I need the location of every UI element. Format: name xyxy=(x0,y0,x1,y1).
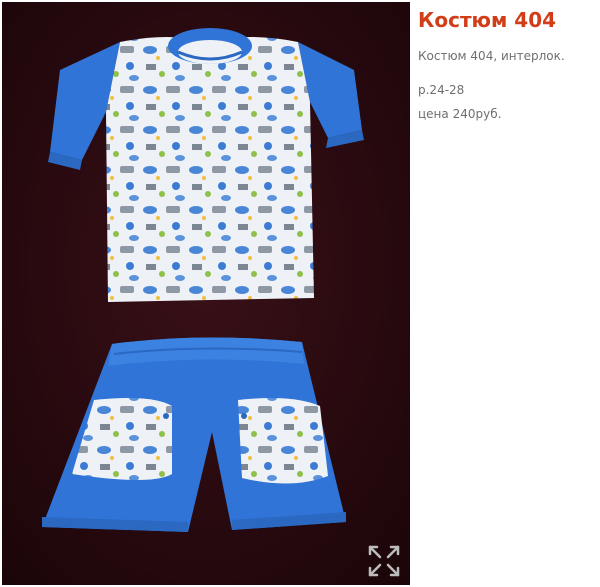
product-info: Костюм 404 Костюм 404, интерлок. р.24-28… xyxy=(418,6,596,122)
product-photo[interactable] xyxy=(2,2,410,585)
expand-arrows-icon[interactable] xyxy=(366,543,402,579)
product-description: Костюм 404, интерлок. xyxy=(418,49,565,63)
product-image xyxy=(2,2,410,585)
product-price: цена 240руб. xyxy=(418,107,502,121)
product-sizes: р.24-28 xyxy=(418,83,465,97)
product-title: Костюм 404 xyxy=(418,8,557,32)
